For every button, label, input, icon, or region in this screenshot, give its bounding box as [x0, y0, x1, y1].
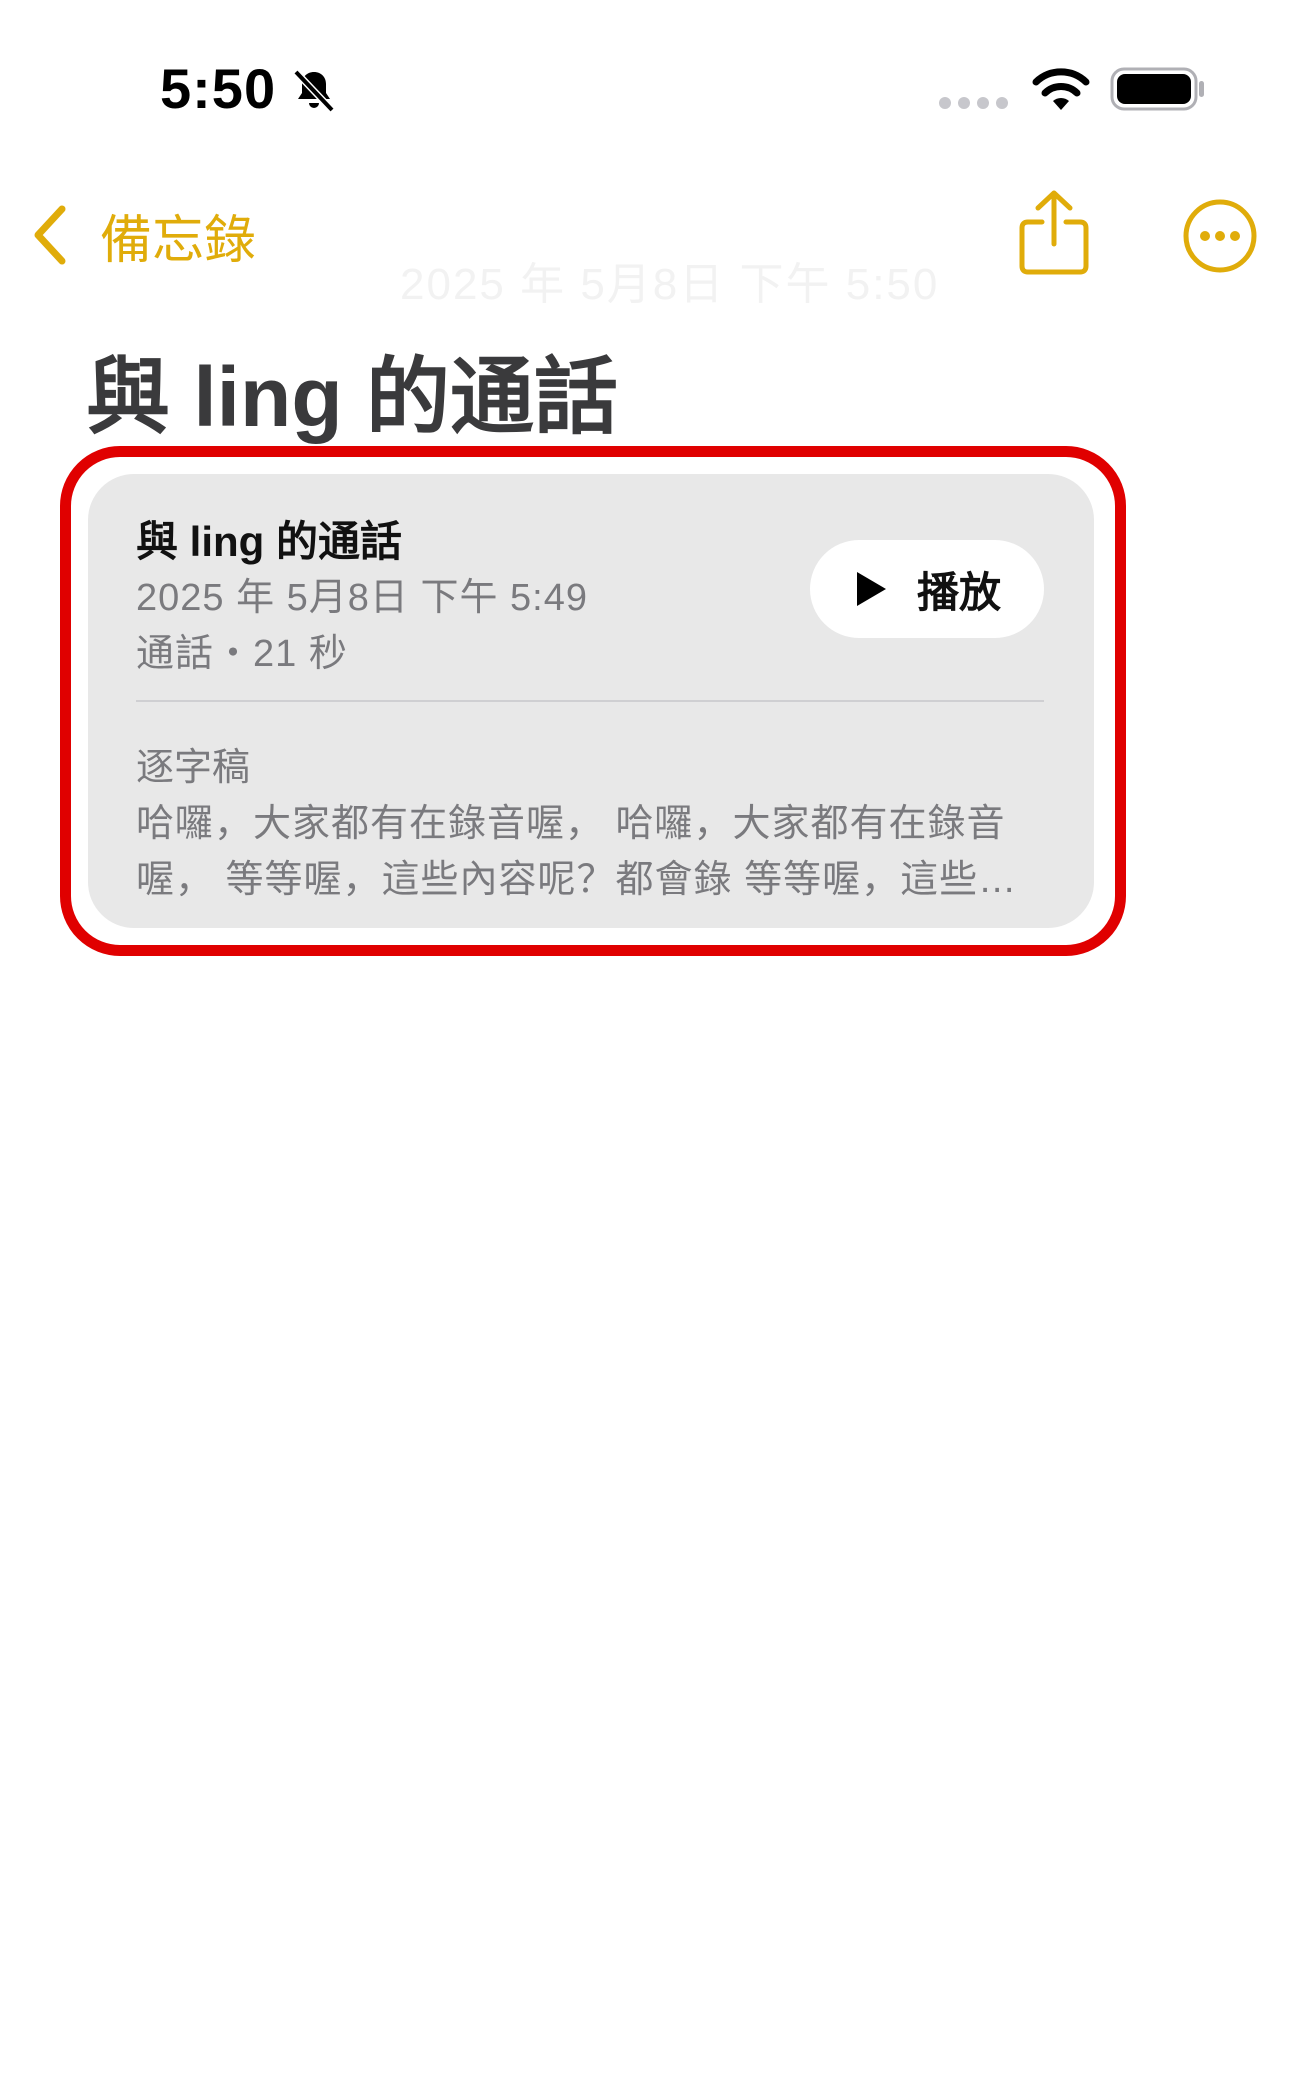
transcript-text: 哈囉，大家都有在錄音喔， 哈囉，大家都有在錄音喔， 等等喔，這些內容呢？都會錄 …	[136, 803, 1018, 901]
card-divider	[136, 700, 1044, 702]
bell-slash-icon	[293, 69, 335, 113]
share-icon[interactable]	[1014, 188, 1094, 278]
status-time: 5:50	[160, 57, 277, 120]
back-button[interactable]: 備忘錄	[30, 190, 256, 280]
play-button[interactable]: 播放	[810, 540, 1044, 638]
card-date: 2025 年 5月8日 下午 5:49	[136, 577, 588, 619]
notes-page: 5:50 備忘錄 2025 年 5月8日 下午 5:50 與 ling 的通話 …	[0, 0, 1290, 2080]
chevron-left-icon	[34, 205, 66, 265]
faded-date: 2025 年 5月8日 下午 5:50	[400, 260, 940, 309]
call-recording-card[interactable]: 與 ling 的通話 2025 年 5月8日 下午 5:49 通話・21 秒 播…	[88, 474, 1094, 928]
play-label: 播放	[916, 568, 1001, 616]
card-title: 與 ling 的通話	[136, 518, 402, 565]
wifi-icon	[1032, 68, 1090, 110]
status-bar: 5:50	[0, 0, 1290, 150]
card-meta: 通話・21 秒	[136, 633, 348, 675]
more-icon[interactable]	[1182, 198, 1258, 274]
play-icon	[856, 572, 886, 606]
battery-icon	[1110, 67, 1204, 111]
signal-icon	[939, 97, 1008, 109]
transcript-label: 逐字稿	[136, 747, 251, 789]
back-label: 備忘錄	[100, 211, 257, 270]
note-title: 與 ling 的通話	[86, 350, 618, 444]
